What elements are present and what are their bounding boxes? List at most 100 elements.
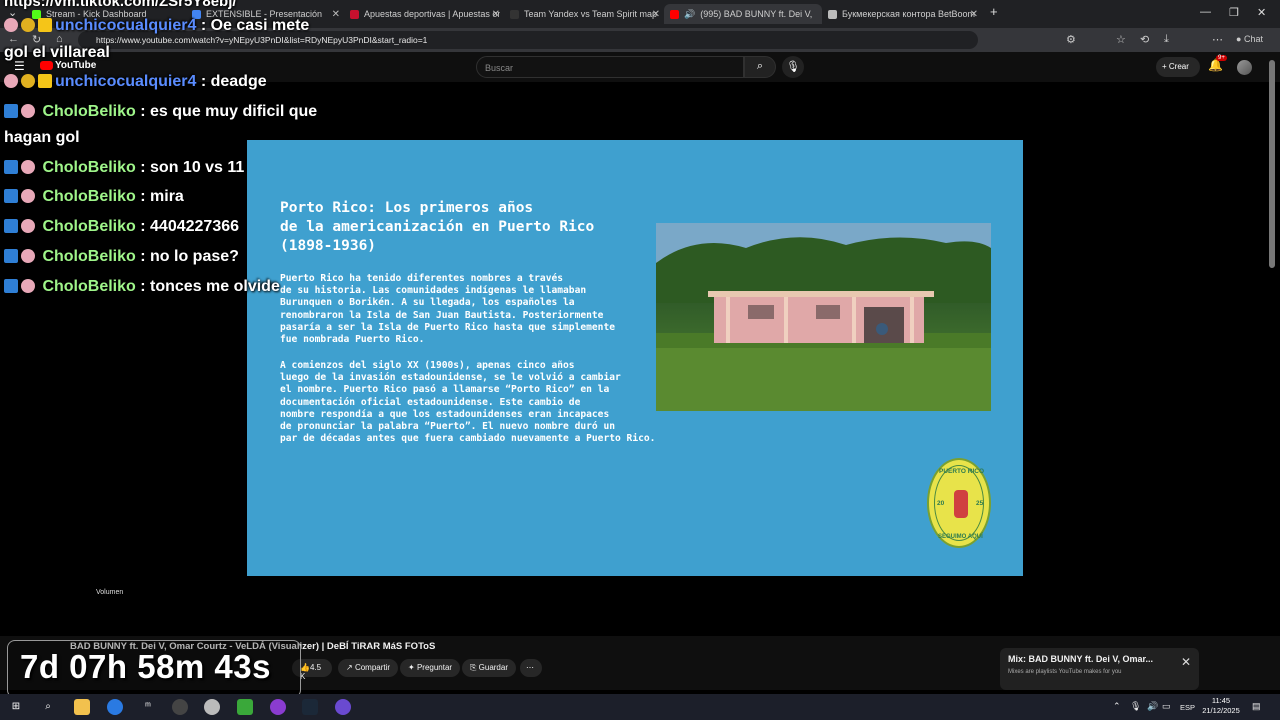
volume-icon[interactable]: 🔊 [1147, 701, 1158, 712]
chat-username: unchicocualquier4 [55, 17, 197, 34]
tab-team-yandex[interactable]: Team Yandex vs Team Spirit map 2 ✕ [510, 4, 660, 24]
page-scrollbar[interactable] [1269, 60, 1275, 268]
search-input[interactable]: Buscar [476, 56, 744, 78]
bookmark-icon: ⎘ [470, 663, 477, 672]
esports-icon [510, 9, 519, 19]
close-icon[interactable]: ✕ [652, 9, 660, 20]
emote-badge-icon [4, 18, 18, 32]
chat-text: : son 10 vs 11 [140, 159, 245, 176]
app-icon[interactable]: ᵐ [140, 699, 156, 715]
chat-username: CholoBeliko [42, 278, 136, 295]
chat-message: CholoBeliko : 4404227366 [4, 217, 239, 237]
more-menu-icon[interactable]: ⋯ [1212, 33, 1223, 46]
notifications-icon[interactable]: ▤ [1252, 701, 1261, 712]
chat-text: : tonces me olvide [140, 278, 280, 295]
clock-time: 11:45 [1211, 696, 1231, 705]
tab-youtube-active[interactable]: 🔊 (995) BAD BUNNY ft. Dei V, [664, 4, 822, 24]
chat-message: CholoBeliko : tonces me olvide [4, 277, 280, 297]
download-icon[interactable]: ⤓ [1164, 33, 1169, 46]
favorites-icon[interactable]: ☆ [1116, 33, 1126, 46]
voice-search-button[interactable]: 🎙 [782, 56, 804, 78]
chat-text: : es que muy dificil que [140, 103, 318, 120]
tab-label: Apuestas deportivas | Apuestas on [364, 9, 500, 19]
emote-badge-icon [21, 249, 35, 263]
sparkle-icon: ✦ [408, 663, 415, 672]
volume-tooltip: Volumen [96, 589, 124, 596]
history-icon[interactable]: ⟲ [1140, 33, 1149, 46]
close-icon[interactable]: ✕ [332, 9, 340, 20]
maximize-icon[interactable]: ❐ [1229, 6, 1239, 19]
chat-message: CholoBeliko : mira [4, 187, 184, 207]
save-button[interactable]: ⎘ Guardar [462, 659, 516, 677]
tab-label: (995) BAD BUNNY ft. Dei V, [700, 9, 813, 19]
house-photo [656, 223, 991, 411]
steam-icon[interactable] [302, 699, 318, 715]
system-clock[interactable]: 11:45 21/12/2025 [1196, 696, 1246, 716]
window-close-icon[interactable]: ✕ [1257, 6, 1266, 19]
share-button[interactable]: ↗ Compartir [338, 659, 399, 677]
chevron-up-icon[interactable]: ⌃ [1113, 701, 1121, 712]
file-explorer-icon[interactable] [74, 699, 90, 715]
app-icon[interactable] [237, 699, 253, 715]
new-tab-icon[interactable]: + [990, 4, 998, 19]
tab-betboom[interactable]: Букмекерская контора BetBoom ✕ [828, 4, 978, 24]
share-label: Compartir [354, 663, 391, 672]
network-icon[interactable]: ▭ [1162, 701, 1171, 712]
minimize-icon[interactable]: — [1200, 6, 1211, 18]
betting-site-icon [350, 9, 359, 19]
mic-icon: 🎙 [786, 61, 800, 73]
windows-taskbar: ⊞ ⌕ ᵐ [0, 694, 1280, 720]
verified-badge-icon [4, 279, 18, 293]
app-icon[interactable] [204, 699, 220, 715]
like-icon: 👍 [300, 663, 310, 672]
tab-apuestas[interactable]: Apuestas deportivas | Apuestas on ✕ [350, 4, 500, 24]
chat-username: CholoBeliko [42, 248, 136, 265]
app-icon[interactable] [335, 699, 351, 715]
search-icon[interactable]: ⌕ [40, 699, 56, 715]
rank-badge-icon [21, 74, 35, 88]
language-indicator[interactable]: ESP [1180, 703, 1195, 712]
ask-button[interactable]: ✦ Preguntar [400, 659, 461, 677]
more-actions-button[interactable]: ⋯ [520, 659, 542, 677]
youtube-icon [670, 9, 679, 19]
speaker-icon[interactable]: 🔊 [684, 9, 695, 20]
chat-username: CholoBeliko [42, 103, 136, 120]
chat-partial-line: https://vm.tiktok.com/ZSr5Y8ebj/ [4, 0, 237, 10]
avatar[interactable] [1237, 60, 1252, 75]
puerto-rico-sticker: PUERTO RICO 20 25 SEGUIMO AQUÍ [927, 458, 991, 548]
mix-playlist-panel[interactable]: Mix: BAD BUNNY ft. Dei V, Omar... Mixes … [1000, 648, 1199, 690]
sticker-year-left: 20 [937, 500, 945, 507]
close-icon[interactable]: ✕ [970, 9, 978, 20]
sticker-year-right: 25 [976, 500, 984, 507]
extension-icon[interactable]: ⚙ [1066, 33, 1076, 46]
copilot-chat-button[interactable]: ● Chat [1236, 34, 1263, 44]
mic-icon[interactable]: 🎙 [1130, 701, 1141, 712]
crown-badge-icon [38, 18, 52, 32]
tab-label: Team Yandex vs Team Spirit map 2 [524, 9, 660, 19]
more-icon: ⋯ [526, 663, 534, 672]
verified-badge-icon [4, 189, 18, 203]
chat-username: unchicocualquier4 [55, 73, 197, 90]
slide-title: Porto Rico: Los primeros años de la amer… [280, 200, 595, 254]
close-icon[interactable]: ✕ [1181, 655, 1191, 669]
rank-badge-icon [21, 18, 35, 32]
chat-text: : deadge [200, 73, 267, 90]
chat-text: : 4404227366 [140, 218, 240, 235]
close-icon[interactable]: ✕ [492, 9, 500, 20]
video-frame[interactable]: Porto Rico: Los primeros años de la amer… [247, 140, 1023, 576]
notification-badge: 9+ [1216, 55, 1227, 61]
search-button[interactable]: ⌕ [744, 56, 776, 78]
create-button[interactable]: + Crear [1156, 57, 1200, 77]
windows-start-icon[interactable]: ⊞ [8, 699, 24, 715]
chat-message: unchicocualquier4 : deadge [4, 72, 267, 92]
verified-badge-icon [4, 104, 18, 118]
share-icon: ↗ [346, 663, 353, 672]
chat-text: : Oe casi mete [200, 17, 310, 34]
obs-icon[interactable] [172, 699, 188, 715]
edge-browser-icon[interactable] [107, 699, 123, 715]
app-icon[interactable] [270, 699, 286, 715]
house-illustration [656, 223, 991, 411]
emote-badge-icon [21, 219, 35, 233]
chat-message: CholoBeliko : es que muy dificil que [4, 102, 317, 122]
emote-badge-icon [21, 104, 35, 118]
